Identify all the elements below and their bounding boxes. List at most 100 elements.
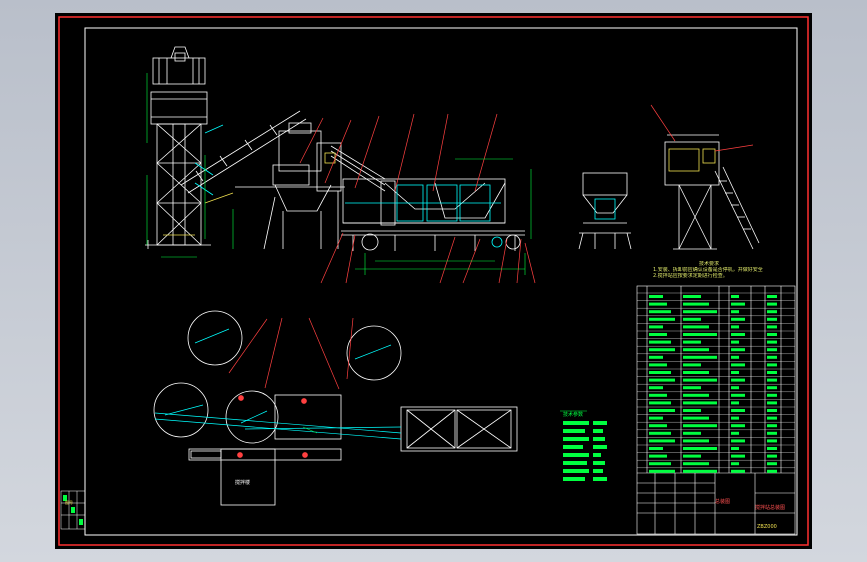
- bom-cell-mark: [767, 310, 777, 314]
- bom-cell-mark: [731, 340, 739, 344]
- plan-view: [153, 310, 518, 506]
- bom-cell-mark: [649, 424, 667, 428]
- outer-frame: [58, 16, 809, 546]
- bom-cell-mark: [649, 340, 671, 344]
- legend-heading: 技术参数: [563, 412, 584, 418]
- bom-cell-mark: [683, 340, 701, 344]
- bom-cell-mark: [683, 363, 701, 367]
- bom-cell-mark: [731, 469, 745, 473]
- cad-drawing: [58, 16, 809, 546]
- bom-cell-mark: [649, 348, 675, 352]
- bom-cell-mark: [731, 416, 739, 420]
- bom-cell-mark: [767, 325, 777, 329]
- bom-cell-mark: [731, 302, 745, 306]
- bom-cell-mark: [649, 454, 667, 458]
- bom-cell-mark: [649, 317, 675, 321]
- bom-cell-mark: [649, 371, 671, 374]
- bom-cell-mark: [649, 393, 667, 397]
- bom-cell-mark: [767, 431, 777, 435]
- bom-cell-mark: [731, 409, 745, 412]
- bom-cell-mark: [731, 378, 745, 382]
- bom-cell-mark: [731, 401, 739, 405]
- bom-cell-mark: [649, 469, 675, 473]
- bom-cell-mark: [731, 431, 739, 435]
- bom-cell-mark: [683, 378, 717, 382]
- bom-cell-mark: [649, 363, 667, 367]
- bom-cell-mark: [683, 431, 701, 435]
- bom-cell-mark: [767, 454, 777, 458]
- bom-cell-mark: [731, 393, 745, 397]
- machine-cyan-parts: [194, 124, 503, 248]
- center-box-label: 搅拌楼: [235, 480, 251, 486]
- bom-cell-mark: [767, 401, 777, 405]
- technical-notes: 技术要求 1.安装、拆卸前应确认设备是否停机，并做好安全。 2.搅拌站应按要求定…: [653, 261, 763, 279]
- bom-cell-mark: [767, 439, 777, 443]
- leader-lines: [299, 113, 536, 284]
- bom-cell-mark: [649, 295, 663, 298]
- bom-cell-mark: [683, 439, 709, 443]
- end-elevation: [578, 172, 632, 250]
- plan-view-dims: [302, 410, 587, 434]
- bom-cell-mark: [683, 317, 701, 321]
- bom-cell-mark: [767, 302, 777, 306]
- title-block-drawing-code: ZBZ000: [757, 524, 777, 530]
- title-block-product-name: 搅拌站总装图: [755, 505, 786, 511]
- bom-cell-mark: [767, 371, 777, 374]
- bom-cell-mark: [683, 325, 709, 329]
- bom-cell-mark: [731, 462, 739, 466]
- bom-cell-mark: [767, 393, 777, 397]
- bom-text: [649, 295, 777, 473]
- bom-cell-mark: [683, 295, 701, 298]
- bom-cell-mark: [649, 401, 671, 405]
- end-elevation-cyan: [594, 198, 616, 220]
- bom-cell-mark: [683, 371, 709, 374]
- bom-cell-mark: [683, 416, 709, 420]
- bom-cell-mark: [683, 454, 701, 458]
- bom-cell-mark: [683, 348, 709, 352]
- bom-cell-mark: [683, 409, 701, 412]
- bom-cell-mark: [649, 447, 663, 450]
- notes-line-2: 2.搅拌站应按要求定期进行检查。: [653, 273, 728, 279]
- bom-cell-mark: [683, 386, 701, 390]
- bom-cell-mark: [767, 363, 777, 367]
- plan-view-conveyors: [154, 328, 402, 440]
- bom-cell-mark: [683, 393, 709, 397]
- bom-cell-mark: [649, 333, 667, 336]
- bom-cell-mark: [767, 355, 777, 359]
- bom-cell-mark: [731, 333, 745, 336]
- bom-cell-mark: [767, 317, 777, 321]
- bom-cell-mark: [649, 386, 663, 390]
- bom-cell-mark: [731, 371, 739, 374]
- bom-cell-mark: [649, 431, 671, 435]
- bom-cell-mark: [731, 447, 739, 450]
- bom-cell-mark: [683, 401, 717, 405]
- bom-cell-mark: [683, 302, 709, 306]
- bom-cell-mark: [767, 424, 777, 428]
- bom-cell-mark: [731, 355, 739, 359]
- title-block-drawing-title: 总装图: [715, 499, 731, 505]
- parameter-legend: [563, 421, 607, 481]
- bom-cell-mark: [649, 302, 667, 306]
- bom-cell-mark: [767, 378, 777, 382]
- bom-cell-mark: [683, 333, 717, 336]
- bom-cell-mark: [649, 378, 675, 382]
- left-stamp-text: 图号: [65, 500, 73, 505]
- bom-cell-mark: [767, 462, 777, 466]
- bom-cell-mark: [767, 340, 777, 344]
- side-elevation: [145, 46, 525, 251]
- bom-cell-mark: [767, 348, 777, 352]
- bom-cell-mark: [767, 409, 777, 412]
- bom-cell-mark: [767, 469, 777, 473]
- inner-border: [84, 27, 798, 536]
- bom-cell-mark: [683, 424, 717, 428]
- bom-cell-mark: [649, 439, 675, 443]
- bom-cell-mark: [731, 348, 745, 352]
- bom-cell-mark: [649, 462, 671, 466]
- bom-cell-mark: [683, 310, 717, 314]
- bom-cell-mark: [731, 454, 745, 458]
- plan-view-leaders: [228, 317, 354, 458]
- bom-cell-mark: [767, 333, 777, 336]
- bom-cell-mark: [767, 295, 777, 298]
- drawing-canvas[interactable]: 技术要求 1.安装、拆卸前应确认设备是否停机，并做好安全。 2.搅拌站应按要求定…: [55, 13, 812, 549]
- control-room-leaders: [650, 104, 754, 152]
